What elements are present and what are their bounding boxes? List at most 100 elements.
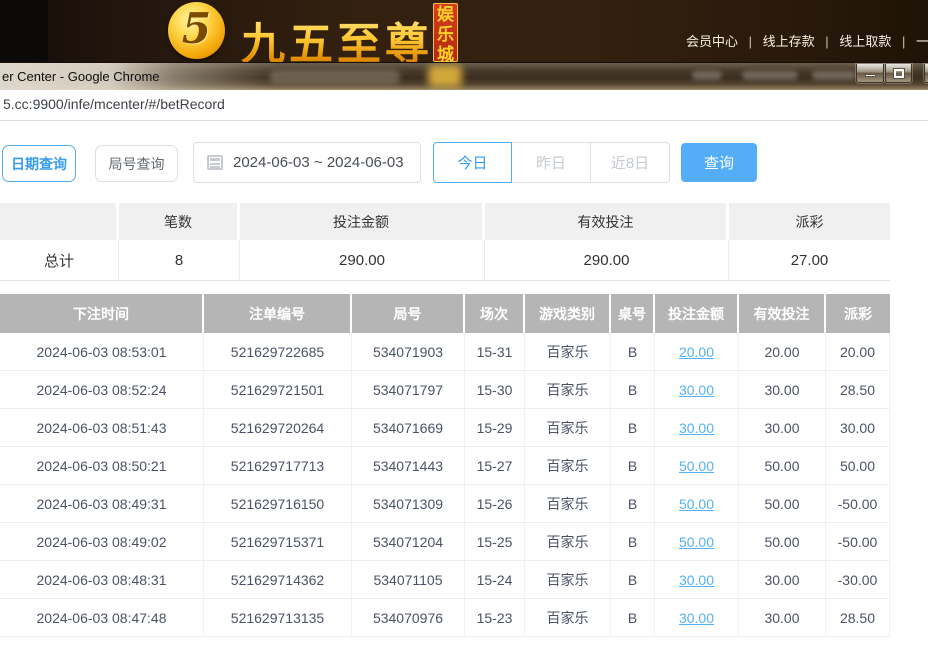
column-header: 注单编号: [204, 294, 352, 333]
bet-amount-link[interactable]: 30.00: [679, 382, 714, 398]
url-text[interactable]: 5.cc:9900/infe/mcenter/#/betRecord: [3, 90, 225, 119]
cell-game: 百家乐: [525, 371, 611, 408]
cell-game: 百家乐: [525, 485, 611, 522]
cell-bet_id: 521629720264: [204, 409, 352, 446]
titlebar-blur-artifact: [812, 71, 856, 80]
maximize-button[interactable]: [885, 64, 912, 83]
cell-session: 15-24: [465, 561, 525, 598]
cell-time: 2024-06-03 08:50:21: [0, 447, 204, 484]
table-row: 2024-06-03 08:48:31521629714362534071105…: [0, 561, 890, 599]
cell-amount: 30.00: [655, 371, 739, 408]
nav-member-center[interactable]: 会员中心: [686, 34, 738, 49]
cell-round: 534071669: [352, 409, 465, 446]
cell-table: B: [611, 447, 655, 484]
table-row: 2024-06-03 08:49:31521629716150534071309…: [0, 485, 890, 523]
column-header: 游戏类别: [525, 294, 611, 333]
cell-bet_id: 521629713135: [204, 599, 352, 636]
cell-time: 2024-06-03 08:52:24: [0, 371, 204, 408]
yesterday-button[interactable]: 昨日: [511, 142, 591, 183]
cell-session: 15-26: [465, 485, 525, 522]
cell-valid: 50.00: [739, 485, 826, 522]
titlebar-blur-artifact: [270, 70, 400, 84]
bet-amount-link[interactable]: 30.00: [679, 420, 714, 436]
close-button[interactable]: [924, 64, 928, 83]
column-header: 桌号: [611, 294, 655, 333]
cell-payout: 20.00: [826, 333, 890, 370]
cell-amount: 50.00: [655, 447, 739, 484]
summary-bet-amount-value: 290.00: [240, 240, 485, 280]
table-row: 2024-06-03 08:50:21521629717713534071443…: [0, 447, 890, 485]
window-title: er Center - Google Chrome: [2, 63, 160, 90]
address-bar[interactable]: 5.cc:9900/infe/mcenter/#/betRecord: [0, 90, 928, 121]
cell-round: 534071105: [352, 561, 465, 598]
date-query-button[interactable]: 日期查询: [2, 145, 76, 182]
cell-round: 534070976: [352, 599, 465, 636]
cell-game: 百家乐: [525, 333, 611, 370]
cell-round: 534071204: [352, 523, 465, 560]
table-row: 2024-06-03 08:47:48521629713135534070976…: [0, 599, 890, 637]
cell-payout: -50.00: [826, 523, 890, 560]
column-header: 下注时间: [0, 294, 204, 333]
search-button[interactable]: 查询: [681, 143, 757, 182]
cell-bet_id: 521629716150: [204, 485, 352, 522]
logo-number: 5: [182, 4, 211, 53]
summary-header-blank: [0, 203, 119, 240]
cell-valid: 30.00: [739, 371, 826, 408]
minimize-button[interactable]: [856, 64, 884, 83]
cell-time: 2024-06-03 08:48:31: [0, 561, 204, 598]
cell-payout: -50.00: [826, 485, 890, 522]
cell-table: B: [611, 561, 655, 598]
window-titlebar: er Center - Google Chrome: [0, 62, 928, 90]
nav-online-withdraw[interactable]: 线上取款: [839, 34, 891, 49]
calendar-icon: [207, 155, 223, 170]
maximize-icon: [894, 69, 904, 78]
cell-session: 15-29: [465, 409, 525, 446]
nav-online-deposit[interactable]: 线上存款: [763, 34, 815, 49]
bet-record-page: 日期查询 局号查询 2024-06-03 ~ 2024-06-03 今日 昨日 …: [0, 121, 928, 655]
cell-table: B: [611, 333, 655, 370]
titlebar-blur-artifact: [742, 71, 798, 80]
bet-amount-link[interactable]: 20.00: [679, 344, 714, 360]
badge-char: 城: [437, 45, 454, 62]
cell-valid: 30.00: [739, 409, 826, 446]
table-row: 2024-06-03 08:53:01521629722685534071903…: [0, 333, 890, 371]
cell-game: 百家乐: [525, 523, 611, 560]
nav-separator: |: [749, 34, 752, 49]
round-query-button[interactable]: 局号查询: [95, 145, 178, 182]
cell-session: 15-31: [465, 333, 525, 370]
summary-table: 笔数 投注金额 有效投注 派彩 总计 8 290.00 290.00 27.00: [0, 203, 890, 281]
nav-one-key[interactable]: 一键归户: [916, 34, 928, 49]
cell-valid: 50.00: [739, 447, 826, 484]
column-header: 局号: [352, 294, 465, 333]
nav-separator: |: [902, 34, 905, 49]
last8days-button[interactable]: 近8日: [590, 142, 670, 183]
bet-amount-link[interactable]: 50.00: [679, 496, 714, 512]
cell-time: 2024-06-03 08:49:02: [0, 523, 204, 560]
column-header: 有效投注: [739, 294, 826, 333]
today-button[interactable]: 今日: [433, 142, 512, 183]
cell-bet_id: 521629721501: [204, 371, 352, 408]
cell-payout: 50.00: [826, 447, 890, 484]
cell-bet_id: 521629717713: [204, 447, 352, 484]
cell-game: 百家乐: [525, 409, 611, 446]
site-banner: 5 九五至尊 娱 乐 城 会员中心 | 线上存款 | 线上取款 | 一键归户: [0, 0, 928, 62]
date-range-input[interactable]: 2024-06-03 ~ 2024-06-03: [193, 142, 421, 183]
cell-game: 百家乐: [525, 447, 611, 484]
table-row: 2024-06-03 08:51:43521629720264534071669…: [0, 409, 890, 447]
cell-time: 2024-06-03 08:47:48: [0, 599, 204, 636]
banner-black-box: [0, 0, 48, 62]
cell-session: 15-25: [465, 523, 525, 560]
nav-separator: |: [825, 34, 828, 49]
minimize-icon: [865, 74, 876, 77]
table-row: 2024-06-03 08:49:02521629715371534071204…: [0, 523, 890, 561]
bet-amount-link[interactable]: 30.00: [679, 610, 714, 626]
cell-round: 534071309: [352, 485, 465, 522]
bet-amount-link[interactable]: 50.00: [679, 458, 714, 474]
cell-table: B: [611, 371, 655, 408]
cell-session: 15-27: [465, 447, 525, 484]
cell-amount: 50.00: [655, 523, 739, 560]
bet-amount-link[interactable]: 50.00: [679, 534, 714, 550]
cell-valid: 50.00: [739, 523, 826, 560]
cell-valid: 30.00: [739, 599, 826, 636]
bet-amount-link[interactable]: 30.00: [679, 572, 714, 588]
